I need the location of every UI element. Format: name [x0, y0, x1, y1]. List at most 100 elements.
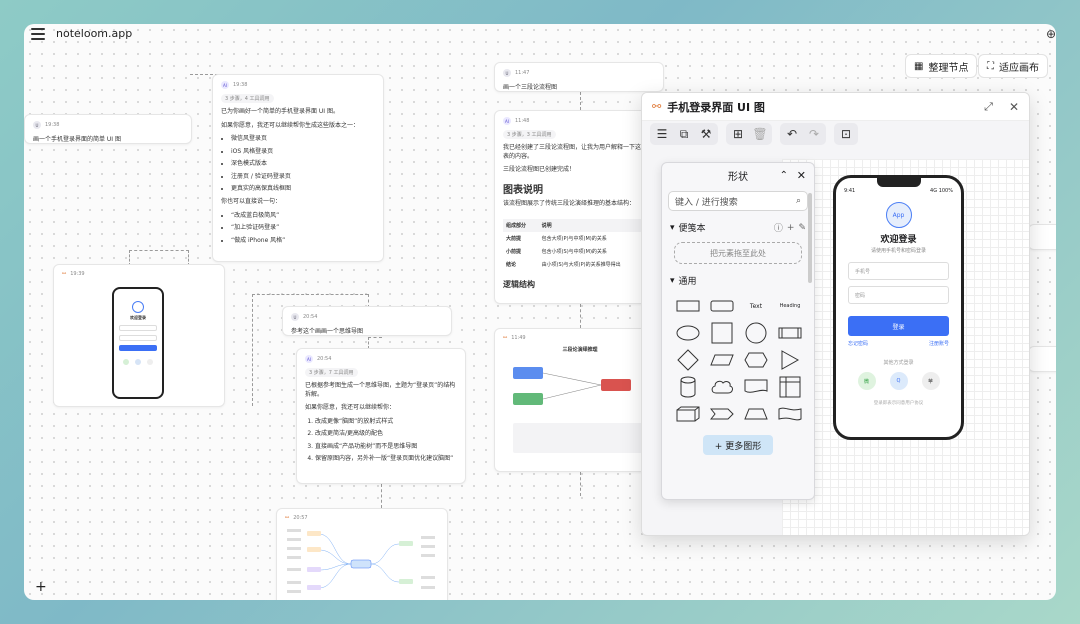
hamburger-menu-icon[interactable] — [31, 28, 45, 40]
cloud-shape[interactable] — [708, 376, 736, 398]
text-shape[interactable]: Text — [742, 295, 770, 317]
qq-login-icon[interactable]: Q — [889, 372, 908, 390]
partial-card[interactable] — [1028, 224, 1056, 250]
step-shape[interactable] — [708, 403, 736, 425]
palette-scrollbar[interactable] — [808, 193, 812, 283]
login-button[interactable]: 登录 — [848, 316, 949, 336]
redo-icon[interactable]: ↷ — [803, 124, 825, 144]
app-logo: App — [885, 202, 912, 228]
close-icon[interactable]: ✕ — [1009, 100, 1019, 114]
user-message-card[interactable]: U 19:38 画一个手机登录界面的简单 UI 图 — [24, 114, 192, 144]
shape-grid: Text Heading — [662, 293, 814, 427]
login-title: 欢迎登录 — [880, 235, 917, 245]
diagram-icon: ⚯ — [62, 271, 67, 277]
phone-mockup: 9:41 4G 100% App 欢迎登录 请使用手机号和密码登录 手机号 密码… — [833, 175, 964, 440]
cylinder-shape[interactable] — [674, 376, 702, 398]
globe-icon[interactable]: ⊕ — [1046, 27, 1056, 41]
login-subtitle: 请使用手机号和密码登录 — [870, 248, 926, 254]
ai-response-card[interactable]: AI 11:48 3 步骤，3 工具调用 我已经创建了三段论流程图，让我为用户解释… — [494, 110, 664, 304]
app-title: noteloom.app — [56, 27, 133, 40]
collapse-icon[interactable]: ⌃ — [780, 170, 788, 181]
diamond-shape[interactable] — [674, 349, 702, 371]
mindmap-preview-card[interactable]: ⚯ 20:57 — [276, 508, 448, 600]
menu-icon[interactable]: ☰ — [651, 124, 673, 144]
shapes-icon[interactable]: ⧉ — [673, 124, 695, 144]
tape-shape[interactable] — [776, 403, 804, 425]
more-shapes-button[interactable]: + 更多图形 — [703, 435, 773, 455]
panel-header: ⚯ 手机登录界面 UI 图 ⤢ ✕ — [642, 93, 1029, 121]
general-section[interactable]: ▾ 通用 — [662, 268, 814, 293]
editor-toolbar: ☰ ⧉ ⚒ ⊞ 🗑 ↶ ↷ ⊡ — [642, 121, 1029, 147]
apple-login-icon[interactable]: 苹 — [921, 372, 940, 390]
document-shape[interactable] — [742, 376, 770, 398]
screenshot-icon[interactable]: ⊡ — [835, 124, 857, 144]
expand-icon[interactable]: ⤢ — [984, 100, 993, 114]
parallelogram-shape[interactable] — [708, 349, 736, 371]
password-input[interactable]: 密码 — [848, 286, 949, 304]
connector — [580, 92, 581, 110]
edit-icon[interactable]: ✎ — [798, 223, 806, 233]
diagram-icon: ⚯ — [652, 100, 662, 113]
phone-notch — [876, 178, 921, 187]
fit-canvas-button[interactable]: ⛶ 适应画布 — [978, 54, 1048, 78]
user-message-card[interactable]: U 11:47 画一个三段论流程图 — [494, 62, 664, 92]
app-window: noteloom.app ⊕ ▦ 整理节点 ⛶ 适应画布 U 19:38 画一个手机登… — [24, 24, 1056, 600]
user-message-card[interactable]: U 20:54 参考这个画画一个思维导图 — [282, 306, 452, 336]
expand-icon: ⛶ — [987, 60, 994, 72]
grid-icon: ▦ — [914, 60, 924, 72]
delete-icon[interactable]: 🗑 — [749, 124, 771, 144]
hexagon-shape[interactable] — [742, 349, 770, 371]
shapes-title: 形状 — [728, 171, 748, 183]
add-icon[interactable]: + — [787, 223, 795, 233]
ai-response-card[interactable]: AI 19:38 3 步骤，4 工具调用 已为你画好一个简单的手机登录界面 UI … — [212, 74, 384, 262]
wechat-login-icon[interactable]: 微 — [857, 372, 876, 390]
ai-avatar-icon: AI — [503, 117, 511, 125]
partial-card[interactable] — [1028, 346, 1056, 372]
ai-avatar-icon: AI — [221, 81, 229, 89]
diagram-icon: ⚯ — [285, 515, 290, 521]
scratchpad-section[interactable]: ▾ 便笺本 ⓘ + ✎ — [662, 215, 814, 240]
ellipse-shape[interactable] — [674, 322, 702, 344]
undo-icon[interactable]: ↶ — [781, 124, 803, 144]
close-icon[interactable]: ✕ — [797, 169, 806, 182]
format-icon[interactable]: ⚒ — [695, 124, 717, 144]
rounded-rectangle-shape[interactable] — [708, 295, 736, 317]
connector — [580, 304, 581, 328]
ai-response-card[interactable]: AI 20:54 3 步骤，7 工具调用 已根据参考图生成一个思维导图，主题为“登… — [296, 348, 466, 484]
flowchart-thumbnail — [513, 367, 653, 453]
ai-avatar-icon: AI — [305, 355, 313, 363]
trapezoid-shape[interactable] — [742, 403, 770, 425]
forgot-password-link[interactable]: 忘记密码 — [848, 340, 868, 347]
mini-phone-preview: 欢迎登录 — [112, 287, 164, 399]
help-icon[interactable]: ⓘ — [774, 221, 783, 234]
caret-down-icon: ▾ — [670, 222, 675, 233]
register-link[interactable]: 注册账号 — [929, 340, 949, 347]
phone-number-input[interactable]: 手机号 — [848, 262, 949, 280]
insert-icon[interactable]: ⊞ — [727, 124, 749, 144]
connector — [381, 484, 382, 508]
add-icon[interactable]: + — [35, 579, 47, 595]
search-icon: ⌕ — [795, 196, 801, 206]
cube-shape[interactable] — [674, 403, 702, 425]
mindmap-thumbnail — [287, 529, 435, 593]
explanation-table: 组成部分 说明 大前提 包含大项(P)与中项(M)的关系 小前提 包含小项(S)与中项… — [503, 218, 655, 271]
status-time: 9:41 — [844, 188, 856, 194]
top-bar: noteloom.app ⊕ — [24, 24, 1056, 46]
circle-shape[interactable] — [742, 322, 770, 344]
square-shape[interactable] — [708, 322, 736, 344]
status-signal: 4G 100% — [930, 188, 953, 194]
process-shape[interactable] — [776, 322, 804, 344]
caret-down-icon: ▾ — [670, 275, 675, 286]
shape-search-input[interactable]: 键入 / 进行搜索 ⌕ — [668, 191, 808, 211]
table-shape[interactable] — [776, 376, 804, 398]
terms-text: 登录即表示同意用户协议 — [873, 401, 924, 406]
organize-nodes-button[interactable]: ▦ 整理节点 — [905, 54, 978, 78]
other-login-label: 其他方式登录 — [883, 360, 914, 366]
user-avatar-icon: U — [503, 69, 511, 77]
connector — [580, 472, 581, 496]
drop-zone[interactable]: 把元素拖至此处 — [674, 242, 802, 264]
heading-shape[interactable]: Heading — [776, 295, 804, 317]
rectangle-shape[interactable] — [674, 295, 702, 317]
triangle-shape[interactable] — [776, 349, 804, 371]
diagram-preview-card[interactable]: ⚯ 19:39 欢迎登录 — [53, 264, 225, 407]
